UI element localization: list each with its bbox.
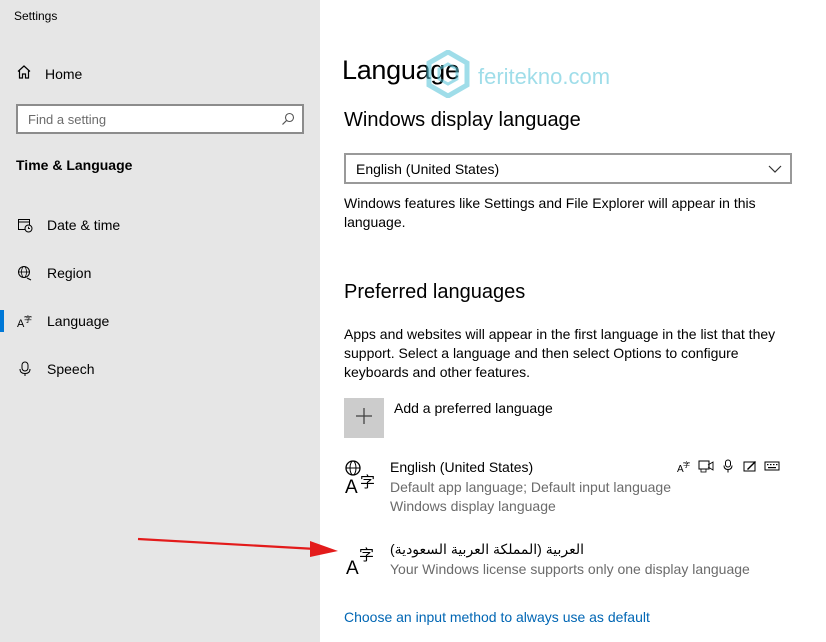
language-name: English (United States) (390, 459, 534, 475)
sidebar-item-date-time[interactable]: Date & time (0, 205, 320, 245)
dropdown-value: English (United States) (356, 160, 500, 177)
svg-text:A: A (346, 558, 359, 577)
svg-text:字: 字 (24, 314, 32, 324)
home-nav-item[interactable]: Home (16, 62, 82, 86)
search-input[interactable] (28, 111, 268, 127)
sidebar-item-label: Speech (47, 361, 95, 377)
home-label: Home (45, 66, 83, 82)
language-detail: Windows display language (390, 498, 556, 514)
preferred-languages-heading: Preferred languages (344, 281, 526, 303)
window-title: Settings (14, 9, 58, 23)
display-language-heading: Windows display language (344, 109, 581, 131)
svg-text:字: 字 (360, 473, 375, 491)
speech-recognition-feature-icon (720, 458, 736, 474)
microphone-icon (16, 360, 34, 378)
home-icon (16, 64, 32, 85)
svg-text:字: 字 (359, 546, 374, 564)
chevron-down-icon (768, 162, 782, 179)
plus-icon (355, 407, 373, 430)
text-to-speech-feature-icon (698, 458, 714, 474)
language-name: العربية (المملكة العربية السعودية) (390, 541, 584, 557)
language-pack-icon: A 字 (344, 541, 380, 579)
add-language-button[interactable] (344, 398, 384, 438)
add-language-label[interactable]: Add a preferred language (394, 400, 553, 416)
display-language-dropdown[interactable]: English (United States) (344, 153, 792, 184)
language-icon: A字 (16, 312, 34, 330)
watermark-logo-icon (426, 49, 470, 103)
display-language-feature-icon: A字 (676, 458, 692, 474)
globe-icon (16, 264, 34, 282)
sidebar-item-label: Region (47, 265, 92, 281)
language-detail: Default app language; Default input lang… (390, 479, 671, 495)
watermark-text: feritekno.com (478, 63, 611, 89)
sidebar-item-label: Date & time (47, 217, 121, 233)
section-title: Time & Language (16, 157, 133, 173)
annotation-arrow-icon (137, 537, 338, 557)
sidebar-item-speech[interactable]: Speech (0, 349, 320, 389)
sidebar-item-region[interactable]: Region (0, 253, 320, 293)
language-detail: Your Windows license supports only one d… (390, 561, 750, 577)
language-features: A字 (676, 458, 780, 474)
display-language-description: Windows features like Settings and File … (344, 195, 756, 230)
watermark: feritekno.com (426, 49, 611, 103)
main-content: Language feritekno.com Windows display l… (320, 0, 826, 642)
language-list-item-arabic[interactable]: A 字 العربية (المملكة العربية السعودية) Y… (344, 541, 814, 581)
search-icon[interactable] (280, 111, 296, 132)
preferred-languages-description: Apps and websites will appear in the fir… (344, 326, 776, 380)
active-indicator (0, 310, 4, 332)
handwriting-feature-icon (742, 458, 758, 474)
sidebar-item-label: Language (47, 313, 110, 329)
sidebar-item-language[interactable]: A字 Language (0, 301, 320, 341)
choose-input-method-link[interactable]: Choose an input method to always use as … (344, 609, 650, 625)
svg-text:A: A (345, 477, 358, 495)
language-pack-icon: A 字 (344, 459, 380, 498)
calendar-clock-icon (16, 216, 34, 234)
keyboard-feature-icon (764, 458, 780, 474)
search-box[interactable] (16, 104, 304, 134)
svg-text:字: 字 (683, 460, 690, 469)
